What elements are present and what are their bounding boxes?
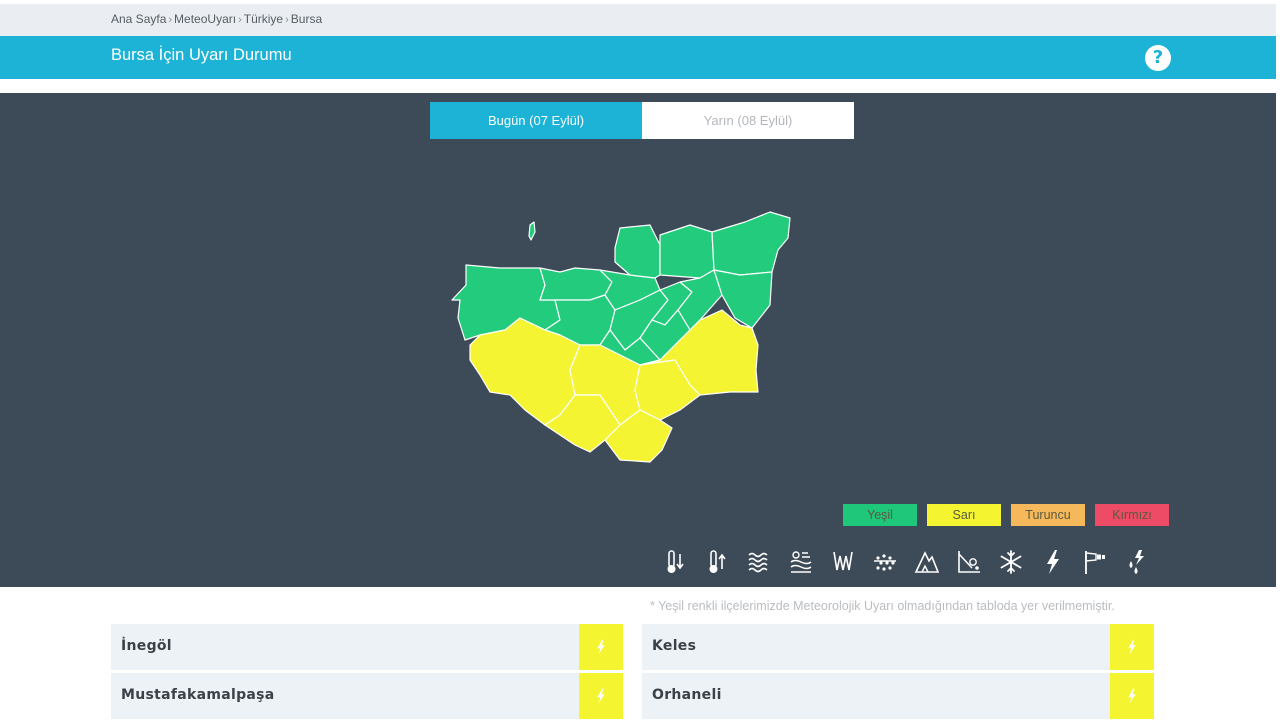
snow-icon[interactable]: [998, 548, 1024, 576]
legend-orange: Turuncu: [1011, 504, 1085, 526]
district-shape-gemlik[interactable]: [614, 224, 661, 279]
district-row-orhaneli[interactable]: Orhaneli: [642, 673, 1154, 719]
page-title: Bursa İçin Uyarı Durumu: [111, 46, 292, 64]
legend: Yeşil Sarı Turuncu Kırmızı: [843, 504, 1169, 526]
district-shape-karacabey[interactable]: [539, 267, 613, 301]
thunderstorm-icon[interactable]: [1040, 548, 1066, 576]
breadcrumb-separator: ›: [238, 14, 242, 26]
landslide-icon[interactable]: [956, 548, 982, 576]
breadcrumb-turkiye[interactable]: Türkiye: [244, 12, 283, 26]
district-shape-iznik[interactable]: [711, 211, 791, 276]
district-name: Mustafakamalpaşa: [121, 687, 275, 703]
breadcrumb: Ana Sayfa › MeteoUyarı › Türkiye › Bursa: [111, 12, 322, 26]
breadcrumb-current: Bursa: [290, 12, 323, 26]
breadcrumb-separator: ›: [168, 14, 173, 26]
weather-icons-row: [662, 548, 1162, 578]
dust-storm-icon[interactable]: [788, 548, 814, 576]
district-name: Keles: [652, 638, 697, 654]
thunderstorm-icon: [1128, 688, 1136, 704]
district-warning-badge[interactable]: [1110, 673, 1154, 719]
breadcrumb-home[interactable]: Ana Sayfa: [111, 12, 166, 26]
district-warning-badge[interactable]: [579, 624, 623, 670]
breadcrumb-bar: Ana Sayfa › MeteoUyarı › Türkiye › Bursa: [0, 4, 1276, 36]
district-shape-island: [528, 221, 536, 241]
lightning-rain-icon[interactable]: [1124, 548, 1150, 576]
help-icon[interactable]: ?: [1145, 45, 1171, 71]
title-bar: Bursa İçin Uyarı Durumu ?: [0, 36, 1276, 79]
high-temperature-icon[interactable]: [704, 548, 730, 576]
hail-icon[interactable]: [872, 548, 898, 576]
district-warning-badge[interactable]: [1110, 624, 1154, 670]
district-warning-badge[interactable]: [579, 673, 623, 719]
map-panel: Bugün (07 Eylül) Yarın (08 Eylül) Yeşil …: [0, 93, 1276, 587]
legend-yellow: Sarı: [927, 504, 1001, 526]
thunderstorm-icon: [597, 688, 605, 704]
fog-icon[interactable]: [746, 548, 772, 576]
breadcrumb-meteouyari[interactable]: MeteoUyarı: [174, 12, 236, 26]
breadcrumb-separator: ›: [285, 14, 289, 26]
legend-green: Yeşil: [843, 504, 917, 526]
district-row-keles[interactable]: Keles: [642, 624, 1154, 670]
rain-icon[interactable]: [830, 548, 856, 576]
low-temperature-icon[interactable]: [662, 548, 688, 576]
district-shape-orhangazi[interactable]: [659, 224, 715, 279]
wind-icon[interactable]: [1082, 548, 1108, 576]
district-name: İnegöl: [121, 638, 172, 654]
legend-red: Kırmızı: [1095, 504, 1169, 526]
green-districts-note: * Yeşil renkli ilçelerimizde Meteoroloji…: [650, 599, 1115, 613]
thunderstorm-icon: [597, 639, 605, 655]
district-name: Orhaneli: [652, 687, 722, 703]
district-row-mustafakamalpasa[interactable]: Mustafakamalpaşa: [111, 673, 623, 719]
thunderstorm-icon: [1128, 639, 1136, 655]
district-row-inegol[interactable]: İnegöl: [111, 624, 623, 670]
avalanche-icon[interactable]: [914, 548, 940, 576]
